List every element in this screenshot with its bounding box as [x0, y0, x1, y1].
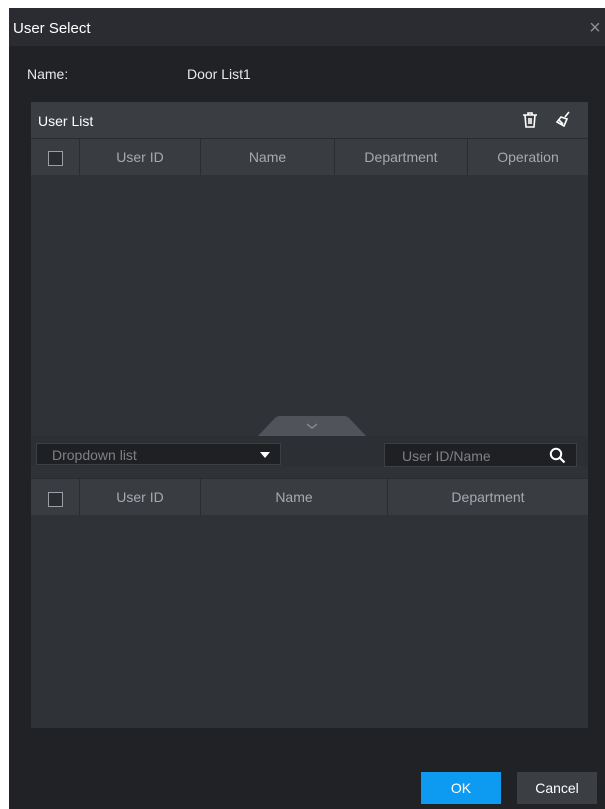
cancel-button[interactable]: Cancel: [517, 772, 597, 804]
caret-down-icon: [260, 452, 270, 458]
dropdown-value: Dropdown list: [52, 447, 137, 463]
column-user-id[interactable]: User ID: [80, 139, 201, 175]
panel-splitter-toggle[interactable]: [257, 416, 367, 437]
select-all-checkbox[interactable]: [48, 151, 63, 166]
column-user-id[interactable]: User ID: [80, 479, 201, 515]
select-all-cell: [31, 139, 80, 175]
ok-button[interactable]: OK: [421, 772, 501, 804]
trash-icon[interactable]: [520, 110, 540, 130]
search-icon[interactable]: [549, 447, 566, 464]
column-operation[interactable]: Operation: [468, 139, 588, 175]
search-box: [384, 443, 577, 468]
user-list-panel: User List User ID Name Department Operat…: [31, 102, 588, 728]
user-select-dialog: User Select × Name: Door List1 User List…: [9, 8, 605, 809]
name-label: Name:: [27, 66, 69, 82]
search-input[interactable]: [385, 444, 554, 468]
dialog-title: User Select: [13, 20, 91, 37]
close-icon[interactable]: ×: [585, 16, 605, 40]
user-list-title: User List: [38, 113, 94, 129]
dialog-titlebar: User Select ×: [9, 8, 605, 46]
department-dropdown[interactable]: Dropdown list: [36, 443, 281, 465]
column-department[interactable]: Department: [388, 479, 588, 515]
broom-clear-icon[interactable]: [554, 110, 574, 130]
column-name[interactable]: Name: [201, 139, 335, 175]
user-list-header: User List: [31, 102, 588, 138]
select-all-available-checkbox[interactable]: [48, 492, 63, 507]
select-all-cell: [31, 479, 80, 515]
name-value: Door List1: [187, 66, 251, 82]
available-users-table-header: User ID Name Department: [31, 478, 588, 515]
filter-row: Dropdown list: [31, 436, 588, 468]
column-name[interactable]: Name: [201, 479, 388, 515]
user-list-table-header: User ID Name Department Operation: [31, 138, 588, 175]
column-department[interactable]: Department: [335, 139, 468, 175]
